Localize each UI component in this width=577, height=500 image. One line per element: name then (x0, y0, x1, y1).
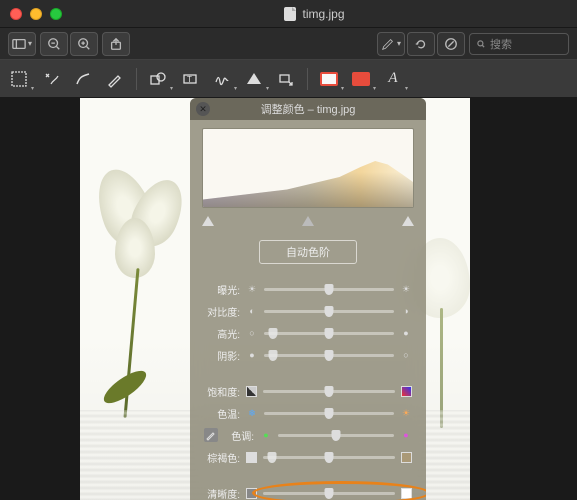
sharp-low-icon (246, 488, 257, 499)
saturation-row: 饱和度: (204, 380, 412, 402)
highlights-row: 高光: ○ ● (204, 322, 412, 344)
maximize-window-button[interactable] (50, 8, 62, 20)
exposure-slider[interactable] (264, 288, 394, 291)
highlighter-button[interactable]: ▾ (377, 32, 405, 56)
tint-slider[interactable] (278, 434, 394, 437)
temp-cool-icon: ❄ (246, 407, 258, 419)
tint-picker-button[interactable] (204, 428, 218, 442)
saturation-high-icon (401, 386, 412, 397)
sepia-label: 棕褐色: (204, 450, 240, 465)
highlights-label: 高光: (204, 326, 240, 341)
shadows-slider[interactable] (264, 354, 394, 357)
document-icon (284, 7, 296, 21)
sun-low-icon: ☀ (246, 283, 258, 295)
document-title: timg.jpg (302, 7, 344, 21)
shadows-label: 阴影: (204, 348, 240, 363)
close-window-button[interactable] (10, 8, 22, 20)
adjust-color-tool[interactable]: ▾ (243, 68, 265, 90)
sun-high-icon: ☀ (400, 283, 412, 295)
panel-header[interactable]: ✕ 调整颜色 – timg.jpg (190, 98, 426, 120)
sepia-row: 棕褐色: (204, 446, 412, 468)
auto-levels-button[interactable]: 自动色阶 (259, 240, 357, 264)
tint-row: 色调: ● ● (204, 424, 412, 446)
traffic-lights (10, 8, 62, 20)
tint-magenta-icon: ● (400, 429, 412, 441)
histogram-mid-point[interactable] (302, 216, 314, 226)
contrast-high-icon: ◑ (400, 305, 412, 317)
saturation-slider[interactable] (263, 390, 395, 393)
contrast-row: 对比度: ◐ ◑ (204, 300, 412, 322)
minimize-window-button[interactable] (30, 8, 42, 20)
zoom-out-button[interactable] (40, 32, 68, 56)
saturation-label: 饱和度: (204, 384, 240, 399)
exposure-label: 曝光: (204, 282, 240, 297)
temperature-label: 色温: (204, 406, 240, 421)
highlights-slider[interactable] (264, 332, 394, 335)
text-style-tool[interactable]: A▾ (382, 68, 404, 90)
panel-title: 调整颜色 – timg.jpg (190, 101, 426, 117)
temp-warm-icon: ☀ (400, 407, 412, 419)
instant-alpha-tool[interactable] (40, 68, 62, 90)
zoom-in-button[interactable] (70, 32, 98, 56)
histogram[interactable] (202, 128, 414, 208)
sharpness-label: 清晰度: (204, 486, 240, 500)
highlight-high-icon: ● (400, 327, 412, 339)
tint-label: 色调: (226, 428, 254, 443)
window-titlebar: timg.jpg (0, 0, 577, 28)
rotate-button[interactable] (407, 32, 435, 56)
svg-text:T: T (187, 75, 192, 84)
share-button[interactable] (102, 32, 130, 56)
sharp-high-icon (401, 488, 412, 499)
temperature-row: 色温: ❄ ☀ (204, 402, 412, 424)
contrast-slider[interactable] (264, 310, 394, 313)
fill-color-tool[interactable]: ▾ (350, 68, 372, 90)
shadow-high-icon: ○ (400, 349, 412, 361)
search-input[interactable]: 搜索 (469, 33, 569, 55)
contrast-label: 对比度: (204, 304, 240, 319)
histogram-white-point[interactable] (402, 216, 414, 226)
border-color-tool[interactable]: ▾ (318, 68, 340, 90)
adjust-size-tool[interactable] (275, 68, 297, 90)
histogram-black-point[interactable] (202, 216, 214, 226)
draw-tool[interactable] (104, 68, 126, 90)
markup-button[interactable] (437, 32, 465, 56)
adjust-color-panel: ✕ 调整颜色 – timg.jpg 自动色阶 曝光: ☀ ☀ 对比度: ◐ ◑ (190, 98, 426, 500)
text-tool[interactable]: T (179, 68, 201, 90)
sepia-slider[interactable] (263, 456, 395, 459)
exposure-row: 曝光: ☀ ☀ (204, 278, 412, 300)
sharpness-row: 清晰度: (204, 482, 412, 500)
temperature-slider[interactable] (264, 412, 394, 415)
annotation-highlight-oval (252, 481, 426, 500)
sharpness-slider[interactable] (263, 492, 395, 495)
sepia-low-icon (246, 452, 257, 463)
tint-green-icon: ● (260, 429, 272, 441)
sepia-high-icon (401, 452, 412, 463)
main-toolbar: ▾ ▾ 搜索 (0, 28, 577, 60)
sketch-tool[interactable] (72, 68, 94, 90)
search-placeholder: 搜索 (490, 36, 512, 52)
sidebar-toggle-button[interactable]: ▾ (8, 32, 36, 56)
contrast-low-icon: ◐ (246, 305, 258, 317)
highlight-low-icon: ○ (246, 327, 258, 339)
shadows-row: 阴影: ● ○ (204, 344, 412, 366)
sign-tool[interactable]: ▾ (211, 68, 233, 90)
flower-decoration (80, 168, 190, 428)
shapes-tool[interactable]: ▾ (147, 68, 169, 90)
markup-toolbar: ▾ ▾ T ▾ ▾ ▾ ▾ A▾ (0, 60, 577, 98)
saturation-low-icon (246, 386, 257, 397)
panel-close-button[interactable]: ✕ (196, 102, 210, 116)
selection-tool[interactable]: ▾ (8, 68, 30, 90)
shadow-low-icon: ● (246, 349, 258, 361)
canvas: ✕ 调整颜色 – timg.jpg 自动色阶 曝光: ☀ ☀ 对比度: ◐ ◑ (0, 98, 577, 500)
